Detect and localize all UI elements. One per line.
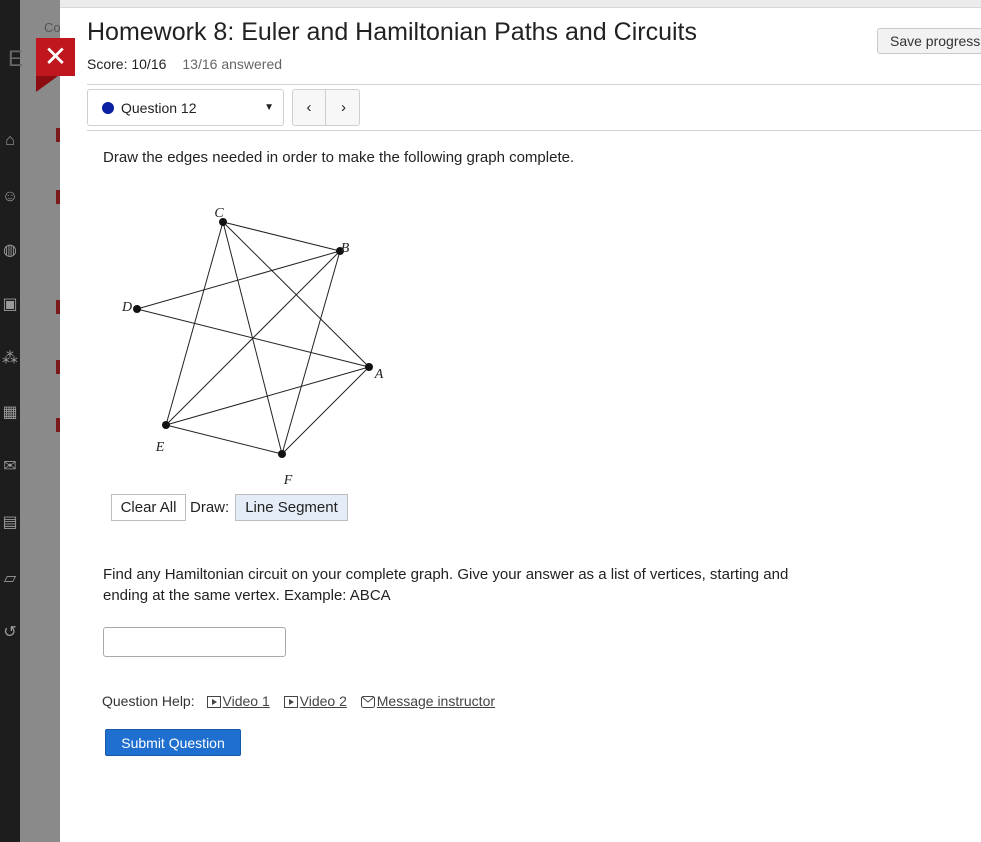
globe-icon: ◍ [3, 242, 17, 259]
background-course-fragment: Co [44, 20, 61, 35]
close-button-tail [36, 76, 58, 92]
next-question-button[interactable]: › [327, 90, 360, 125]
page-title: Homework 8: Euler and Hamiltonian Paths … [87, 18, 697, 46]
background-side-letter: E [8, 46, 23, 71]
answer-input[interactable] [103, 627, 286, 657]
question-selector[interactable]: Question 12 ▼ [87, 89, 284, 126]
previous-question-button[interactable]: ‹ [293, 90, 326, 125]
graph-edges [136, 221, 370, 455]
message-instructor-link[interactable]: Message instructor [360, 693, 496, 709]
video-1-link[interactable]: Video 1 [206, 693, 270, 709]
video-2-label: Video 2 [299, 693, 347, 709]
graph-edge-AE[interactable] [165, 366, 370, 426]
graph-vertex-E[interactable] [162, 421, 170, 429]
graph-edge-AF[interactable] [281, 366, 370, 455]
divider [87, 130, 981, 131]
video-icon [206, 696, 221, 708]
graph-vertex-F[interactable] [278, 450, 286, 458]
graph-vertex-label-C: C [214, 206, 224, 221]
answered-count: 13/16 answered [182, 56, 283, 72]
score-text: Score: 10/16 [87, 56, 167, 72]
graph-vertex-label-A: A [374, 367, 384, 382]
background-top-bar [40, 0, 981, 8]
graph-vertex-label-E: E [155, 440, 165, 455]
hamiltonian-prompt: Find any Hamiltonian circuit on your com… [103, 566, 789, 604]
graph-vertex-label-F: F [283, 473, 293, 488]
submit-question-button[interactable]: Submit Question [105, 729, 241, 756]
courses-icon: ▣ [2, 296, 18, 313]
draw-label: Draw: [190, 499, 230, 516]
inbox-icon: ✉ [3, 458, 17, 475]
graph-vertex-label-D: D [121, 300, 132, 315]
message-instructor-label: Message instructor [376, 693, 496, 709]
question-help-label: Question Help: [102, 693, 195, 709]
background-dim-strip [20, 0, 60, 842]
graph-vertex-D[interactable] [133, 305, 141, 313]
graph-edge-CB[interactable] [222, 221, 341, 252]
question-selector-label: Question 12 [121, 100, 197, 116]
graph-vertex-label-B: B [341, 241, 350, 256]
divider [87, 84, 981, 85]
clear-all-button[interactable]: Clear All [111, 494, 186, 521]
graph-vertex-labels: A B C D E F [121, 206, 384, 488]
institution-icon: ⌂ [5, 132, 15, 149]
graph-edge-DA[interactable] [136, 308, 370, 368]
question-prompt: Draw the edges needed in order to make t… [103, 149, 575, 166]
account-icon: ☺ [1, 188, 19, 205]
close-button[interactable]: ✕ [36, 38, 75, 76]
line-segment-tool-button[interactable]: Line Segment [235, 494, 348, 521]
video-1-label: Video 1 [222, 693, 270, 709]
calendar-icon: ▦ [2, 404, 18, 421]
question-nav-group: ‹ › [292, 89, 360, 126]
score-summary: Score: 10/16 13/16 answered [87, 56, 282, 72]
graph-edge-EF[interactable] [165, 424, 283, 455]
question-help: Question Help: Video 1 Video 2 Message i… [102, 693, 505, 709]
graph-drawing-canvas[interactable]: A B C D E F [100, 195, 400, 495]
history-icon: ▤ [2, 514, 18, 531]
video-2-link[interactable]: Video 2 [283, 693, 347, 709]
groups-icon: ⁂ [2, 350, 18, 367]
caret-down-icon: ▼ [264, 102, 274, 113]
question-status-dot [102, 102, 114, 114]
save-progress-button[interactable]: Save progress [877, 28, 981, 54]
help-icon: ↺ [3, 624, 17, 641]
mail-icon [360, 696, 375, 708]
studio-icon: ▱ [3, 570, 17, 587]
graph-vertex-A[interactable] [365, 363, 373, 371]
video-icon [283, 696, 298, 708]
graph-edge-BD[interactable] [136, 250, 341, 310]
